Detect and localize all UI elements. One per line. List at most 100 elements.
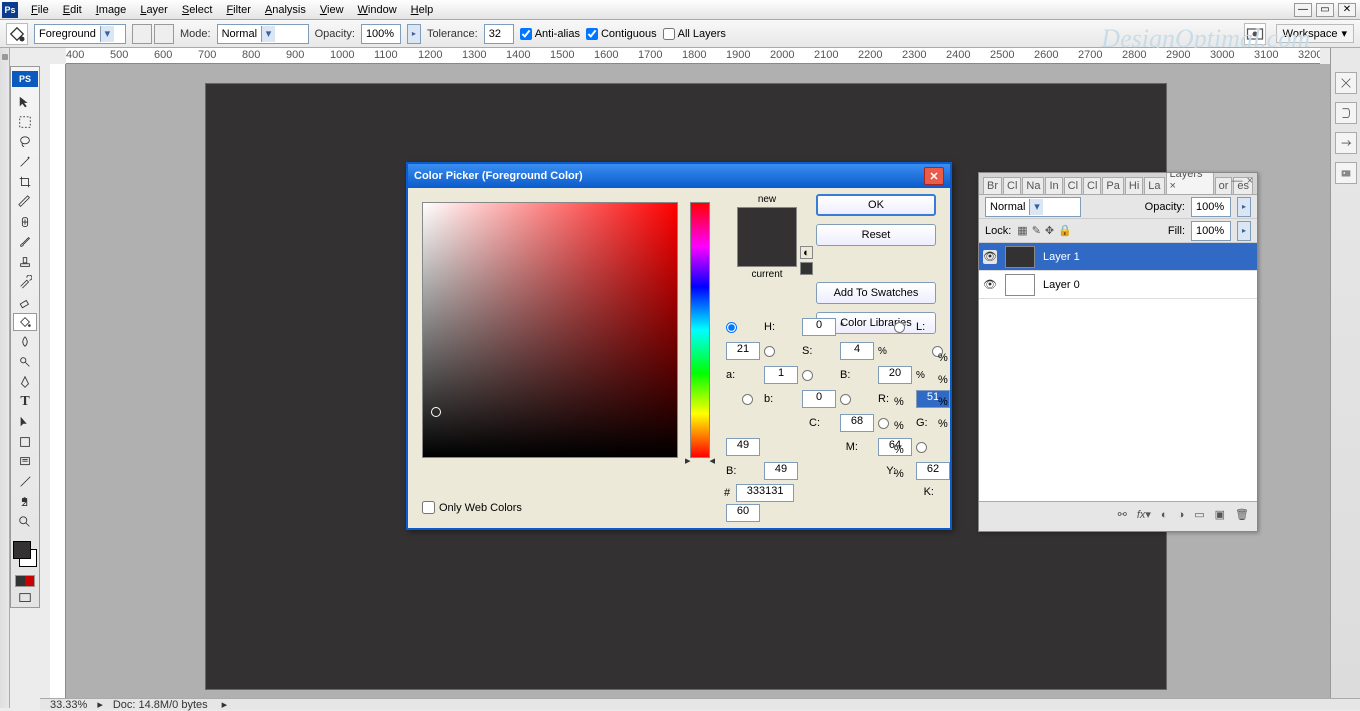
link-icon[interactable]: ⚯ bbox=[1118, 508, 1127, 521]
menu-analysis[interactable]: Analysis bbox=[258, 2, 313, 18]
screenmode-toggle[interactable] bbox=[13, 589, 37, 607]
s-field[interactable]: 4 bbox=[840, 342, 874, 360]
visibility-icon[interactable]: 👁 bbox=[983, 278, 997, 292]
bucket-tool[interactable] bbox=[13, 313, 37, 331]
g-field[interactable]: 49 bbox=[726, 438, 760, 456]
panel-icon-4[interactable] bbox=[1335, 162, 1357, 184]
crop-tool[interactable] bbox=[13, 173, 37, 191]
new-color-swatch[interactable] bbox=[738, 208, 796, 237]
layer-thumbnail[interactable] bbox=[1005, 246, 1035, 268]
k-field[interactable]: 60 bbox=[726, 504, 760, 522]
notes-tool[interactable] bbox=[13, 453, 37, 471]
r-radio[interactable] bbox=[840, 394, 851, 405]
wand-tool[interactable] bbox=[13, 153, 37, 171]
fill-dropdown[interactable]: Foreground ▾ bbox=[34, 24, 126, 44]
lock-position-icon[interactable]: ✥ bbox=[1045, 224, 1054, 237]
mode-dropdown[interactable]: Normal ▾ bbox=[217, 24, 309, 44]
hand-tool[interactable] bbox=[13, 493, 37, 511]
panel-tab[interactable]: Na bbox=[1022, 177, 1044, 194]
menu-help[interactable]: Help bbox=[404, 2, 441, 18]
panel-tab[interactable]: La bbox=[1144, 177, 1164, 194]
menu-layer[interactable]: Layer bbox=[133, 2, 175, 18]
bb-field[interactable]: 49 bbox=[764, 462, 798, 480]
hue-slider[interactable] bbox=[690, 202, 710, 458]
g-radio[interactable] bbox=[878, 418, 889, 429]
quickmask-toggle[interactable] bbox=[15, 575, 35, 587]
warning-icon[interactable]: ◐ bbox=[800, 246, 813, 259]
shape-tool[interactable] bbox=[13, 433, 37, 451]
saturation-field[interactable] bbox=[422, 202, 678, 458]
menu-edit[interactable]: Edit bbox=[56, 2, 89, 18]
y-field[interactable]: 62 bbox=[916, 462, 950, 480]
tolerance-field[interactable]: 32 bbox=[484, 24, 514, 44]
contiguous-checkbox[interactable]: Contiguous bbox=[586, 28, 657, 40]
h-radio[interactable] bbox=[726, 322, 737, 333]
trash-icon[interactable]: 🗑 bbox=[1235, 508, 1249, 521]
b2-field[interactable]: 0 bbox=[802, 390, 836, 408]
add-swatches-button[interactable]: Add To Swatches bbox=[816, 282, 936, 304]
minimize-button[interactable]: — bbox=[1294, 3, 1312, 17]
color-swatches[interactable] bbox=[11, 539, 39, 569]
type-tool[interactable]: T bbox=[13, 393, 37, 411]
new-layer-icon[interactable]: ▣ bbox=[1215, 508, 1225, 521]
fill-arrow[interactable]: ▸ bbox=[1237, 221, 1251, 241]
blur-tool[interactable] bbox=[13, 333, 37, 351]
websafe-swatch[interactable] bbox=[800, 262, 813, 275]
hex-field[interactable]: 333131 bbox=[736, 484, 794, 502]
panel-close[interactable]: × bbox=[1247, 175, 1253, 187]
panel-icon-1[interactable] bbox=[1335, 72, 1357, 94]
menu-file[interactable]: File bbox=[24, 2, 56, 18]
fx-icon[interactable]: fx▾ bbox=[1137, 508, 1151, 521]
panel-tab[interactable]: In bbox=[1045, 177, 1062, 194]
close-button[interactable]: ✕ bbox=[1338, 3, 1356, 17]
antialias-checkbox[interactable]: Anti-alias bbox=[520, 28, 580, 40]
layer-row[interactable]: 👁Layer 0 bbox=[979, 271, 1257, 299]
zoom-level[interactable]: 33.33% bbox=[50, 699, 87, 711]
panel-minimize[interactable]: — bbox=[1232, 175, 1243, 187]
layer-row[interactable]: 👁Layer 1 bbox=[979, 243, 1257, 271]
move-tool[interactable] bbox=[13, 93, 37, 111]
layer-thumbnail[interactable] bbox=[1005, 274, 1035, 296]
layer-opacity-field[interactable]: 100% bbox=[1191, 197, 1231, 217]
lock-all-icon[interactable]: 🔒 bbox=[1058, 224, 1072, 237]
bb-radio[interactable] bbox=[916, 442, 927, 453]
restore-button[interactable]: ▭ bbox=[1316, 3, 1334, 17]
fill-field[interactable]: 100% bbox=[1191, 221, 1231, 241]
slice-tool[interactable] bbox=[13, 193, 37, 211]
panel-tab[interactable]: or bbox=[1215, 177, 1233, 194]
pattern-swatch[interactable] bbox=[132, 24, 174, 44]
menu-window[interactable]: Window bbox=[351, 2, 404, 18]
reset-button[interactable]: Reset bbox=[816, 224, 936, 246]
a-field[interactable]: 1 bbox=[764, 366, 798, 384]
panel-tab[interactable]: Cl bbox=[1083, 177, 1101, 194]
dialog-titlebar[interactable]: Color Picker (Foreground Color) ✕ bbox=[408, 164, 950, 188]
blend-mode-dropdown[interactable]: Normal▾ bbox=[985, 197, 1081, 217]
lock-transparent-icon[interactable]: ▦ bbox=[1017, 224, 1027, 237]
visibility-icon[interactable]: 👁 bbox=[983, 250, 997, 264]
menu-filter[interactable]: Filter bbox=[219, 2, 257, 18]
zoom-tool[interactable] bbox=[13, 513, 37, 531]
panel-tab[interactable]: Layers × bbox=[1166, 173, 1214, 194]
b-radio[interactable] bbox=[802, 370, 813, 381]
marquee-tool[interactable] bbox=[13, 113, 37, 131]
group-icon[interactable]: ▭ bbox=[1194, 508, 1204, 521]
current-color-swatch[interactable] bbox=[738, 237, 796, 266]
mask-icon[interactable]: ◐ bbox=[1161, 509, 1168, 521]
opacity-field[interactable]: 100% bbox=[361, 24, 401, 44]
h-field[interactable]: 0 bbox=[802, 318, 836, 336]
vertical-ruler[interactable] bbox=[50, 64, 66, 698]
web-colors-checkbox[interactable]: Only Web Colors bbox=[422, 501, 522, 514]
lasso-tool[interactable] bbox=[13, 133, 37, 151]
stamp-tool[interactable] bbox=[13, 253, 37, 271]
b2-radio[interactable] bbox=[742, 394, 753, 405]
menu-image[interactable]: Image bbox=[89, 2, 134, 18]
panel-tab[interactable]: Hi bbox=[1125, 177, 1143, 194]
adjustment-icon[interactable]: ◑ bbox=[1178, 509, 1185, 521]
s-radio[interactable] bbox=[764, 346, 775, 357]
pen-tool[interactable] bbox=[13, 373, 37, 391]
panel-icon-2[interactable] bbox=[1335, 102, 1357, 124]
alllayers-checkbox[interactable]: All Layers bbox=[663, 28, 726, 40]
dialog-close-button[interactable]: ✕ bbox=[924, 167, 944, 185]
panel-tab[interactable]: Cl bbox=[1003, 177, 1021, 194]
horizontal-ruler[interactable]: 4005006007008009001000110012001300140015… bbox=[66, 48, 1320, 64]
